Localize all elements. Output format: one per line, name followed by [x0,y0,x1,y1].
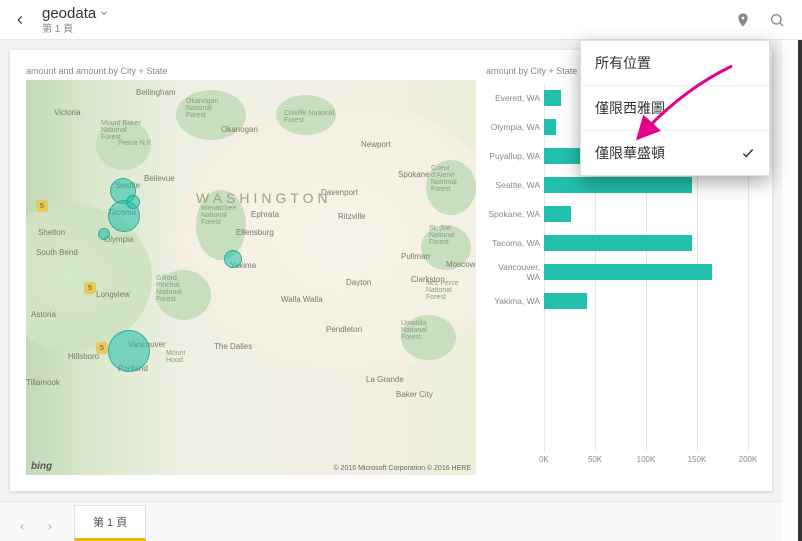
map-area[interactable]: WASHINGTON Bellingham Victoria Okanogan … [26,80,476,475]
bar-label: Seattle, WA [486,180,540,190]
bar-fill [544,119,556,135]
dropdown-item-2[interactable]: 僅限華盛頓 [581,131,769,175]
search-button[interactable] [760,3,794,37]
axis-tick: 50K [588,455,602,464]
bar-label: Puyallup, WA [486,151,540,161]
axis-tick: 200K [739,455,758,464]
location-filter-dropdown: 所有位置僅限西雅圖僅限華盛頓 [580,40,770,176]
bar-label: Everett, WA [486,93,540,103]
bar-row[interactable]: Tacoma, WA [544,233,748,253]
bar-fill [544,206,571,222]
map-visual[interactable]: amount and amount by City + State WASHIN… [26,66,476,475]
bar-row[interactable]: Yakima, WA [544,291,748,311]
page-subtitle: 第 1 頁 [42,20,109,35]
dropdown-item-label: 所有位置 [595,53,651,73]
bar-row[interactable]: Spokane, WA [544,204,748,224]
location-filter-button[interactable] [726,3,760,37]
bar-fill [544,235,692,251]
axis-tick: 100K [637,455,656,464]
pager-prev[interactable] [8,513,36,541]
bar-row[interactable]: Vancouver, WA [544,262,748,282]
check-icon [741,146,755,160]
bar-label: Spokane, WA [486,209,540,219]
bar-label: Tacoma, WA [486,238,540,248]
bar-label: Yakima, WA [486,296,540,306]
topbar: geodata 第 1 頁 [0,0,802,40]
bar-fill [544,293,587,309]
back-button[interactable] [8,8,32,32]
axis-tick: 150K [688,455,707,464]
bing-logo: bing [31,461,52,472]
dropdown-item-label: 僅限西雅圖 [595,98,665,118]
map-credit: © 2016 Microsoft Corporation © 2016 HERE [333,465,471,472]
right-rail [782,40,802,541]
bar-fill [544,264,712,280]
map-title: amount and amount by City + State [26,66,476,76]
bar-fill [544,177,692,193]
axis-tick: 0K [539,455,549,464]
dropdown-item-0[interactable]: 所有位置 [581,41,769,86]
bar-fill [544,90,561,106]
state-label: WASHINGTON [196,190,332,206]
title-block: geodata 第 1 頁 [42,5,109,35]
dropdown-item-1[interactable]: 僅限西雅圖 [581,86,769,131]
dropdown-item-label: 僅限華盛頓 [595,143,665,163]
bar-label: Vancouver, WA [486,262,540,282]
bar-row[interactable]: Seattle, WA [544,175,748,195]
pager-tab-1[interactable]: 第 1 頁 [74,505,146,541]
pager: 第 1 頁 [0,501,782,541]
pager-next[interactable] [36,513,64,541]
bar-label: Olympia, WA [486,122,540,132]
chevron-down-icon [99,8,109,18]
